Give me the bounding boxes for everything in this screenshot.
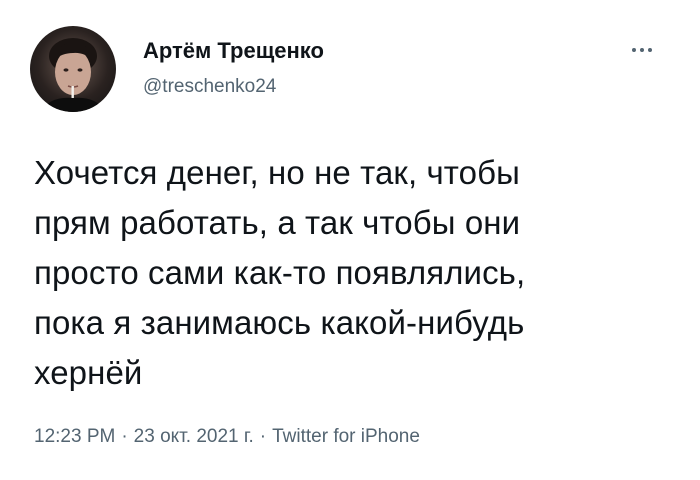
tweet-text-line: пока я занимаюсь какой-нибудь: [34, 304, 525, 341]
avatar[interactable]: [30, 26, 116, 112]
tweet-time[interactable]: 12:23 PM: [34, 426, 115, 447]
meta-separator: ·: [121, 426, 128, 447]
tweet-text-line: Хочется денег, но не так, чтобы: [34, 154, 520, 191]
tweet-text-line: прям работать, а так чтобы они: [34, 204, 521, 241]
more-horizontal-icon: [632, 48, 636, 52]
meta-separator: ·: [259, 426, 267, 447]
author-handle[interactable]: @treschenko24: [143, 76, 276, 98]
tweet-metadata: 12:23 PM · 23 окт. 2021 г. · Twitter for iPh…: [34, 426, 420, 448]
tweet-card: Артём Трещенко @treschenko24 Хочется ден…: [0, 0, 700, 480]
more-options-button[interactable]: [624, 38, 660, 62]
more-horizontal-icon: [640, 48, 644, 52]
tweet-text: Хочется денег, но не так, чтобы прям раб…: [34, 148, 674, 398]
tweet-source-link[interactable]: Twitter for iPhone: [272, 426, 420, 447]
tweet-text-line: хернёй: [34, 354, 143, 391]
user-avatar-photo-icon: [40, 38, 106, 112]
more-horizontal-icon: [648, 48, 652, 52]
tweet-text-line: просто сами как-то появлялись,: [34, 254, 526, 291]
author-display-name[interactable]: Артём Трещенко: [143, 38, 324, 64]
tweet-date[interactable]: 23 окт. 2021 г.: [134, 426, 254, 447]
